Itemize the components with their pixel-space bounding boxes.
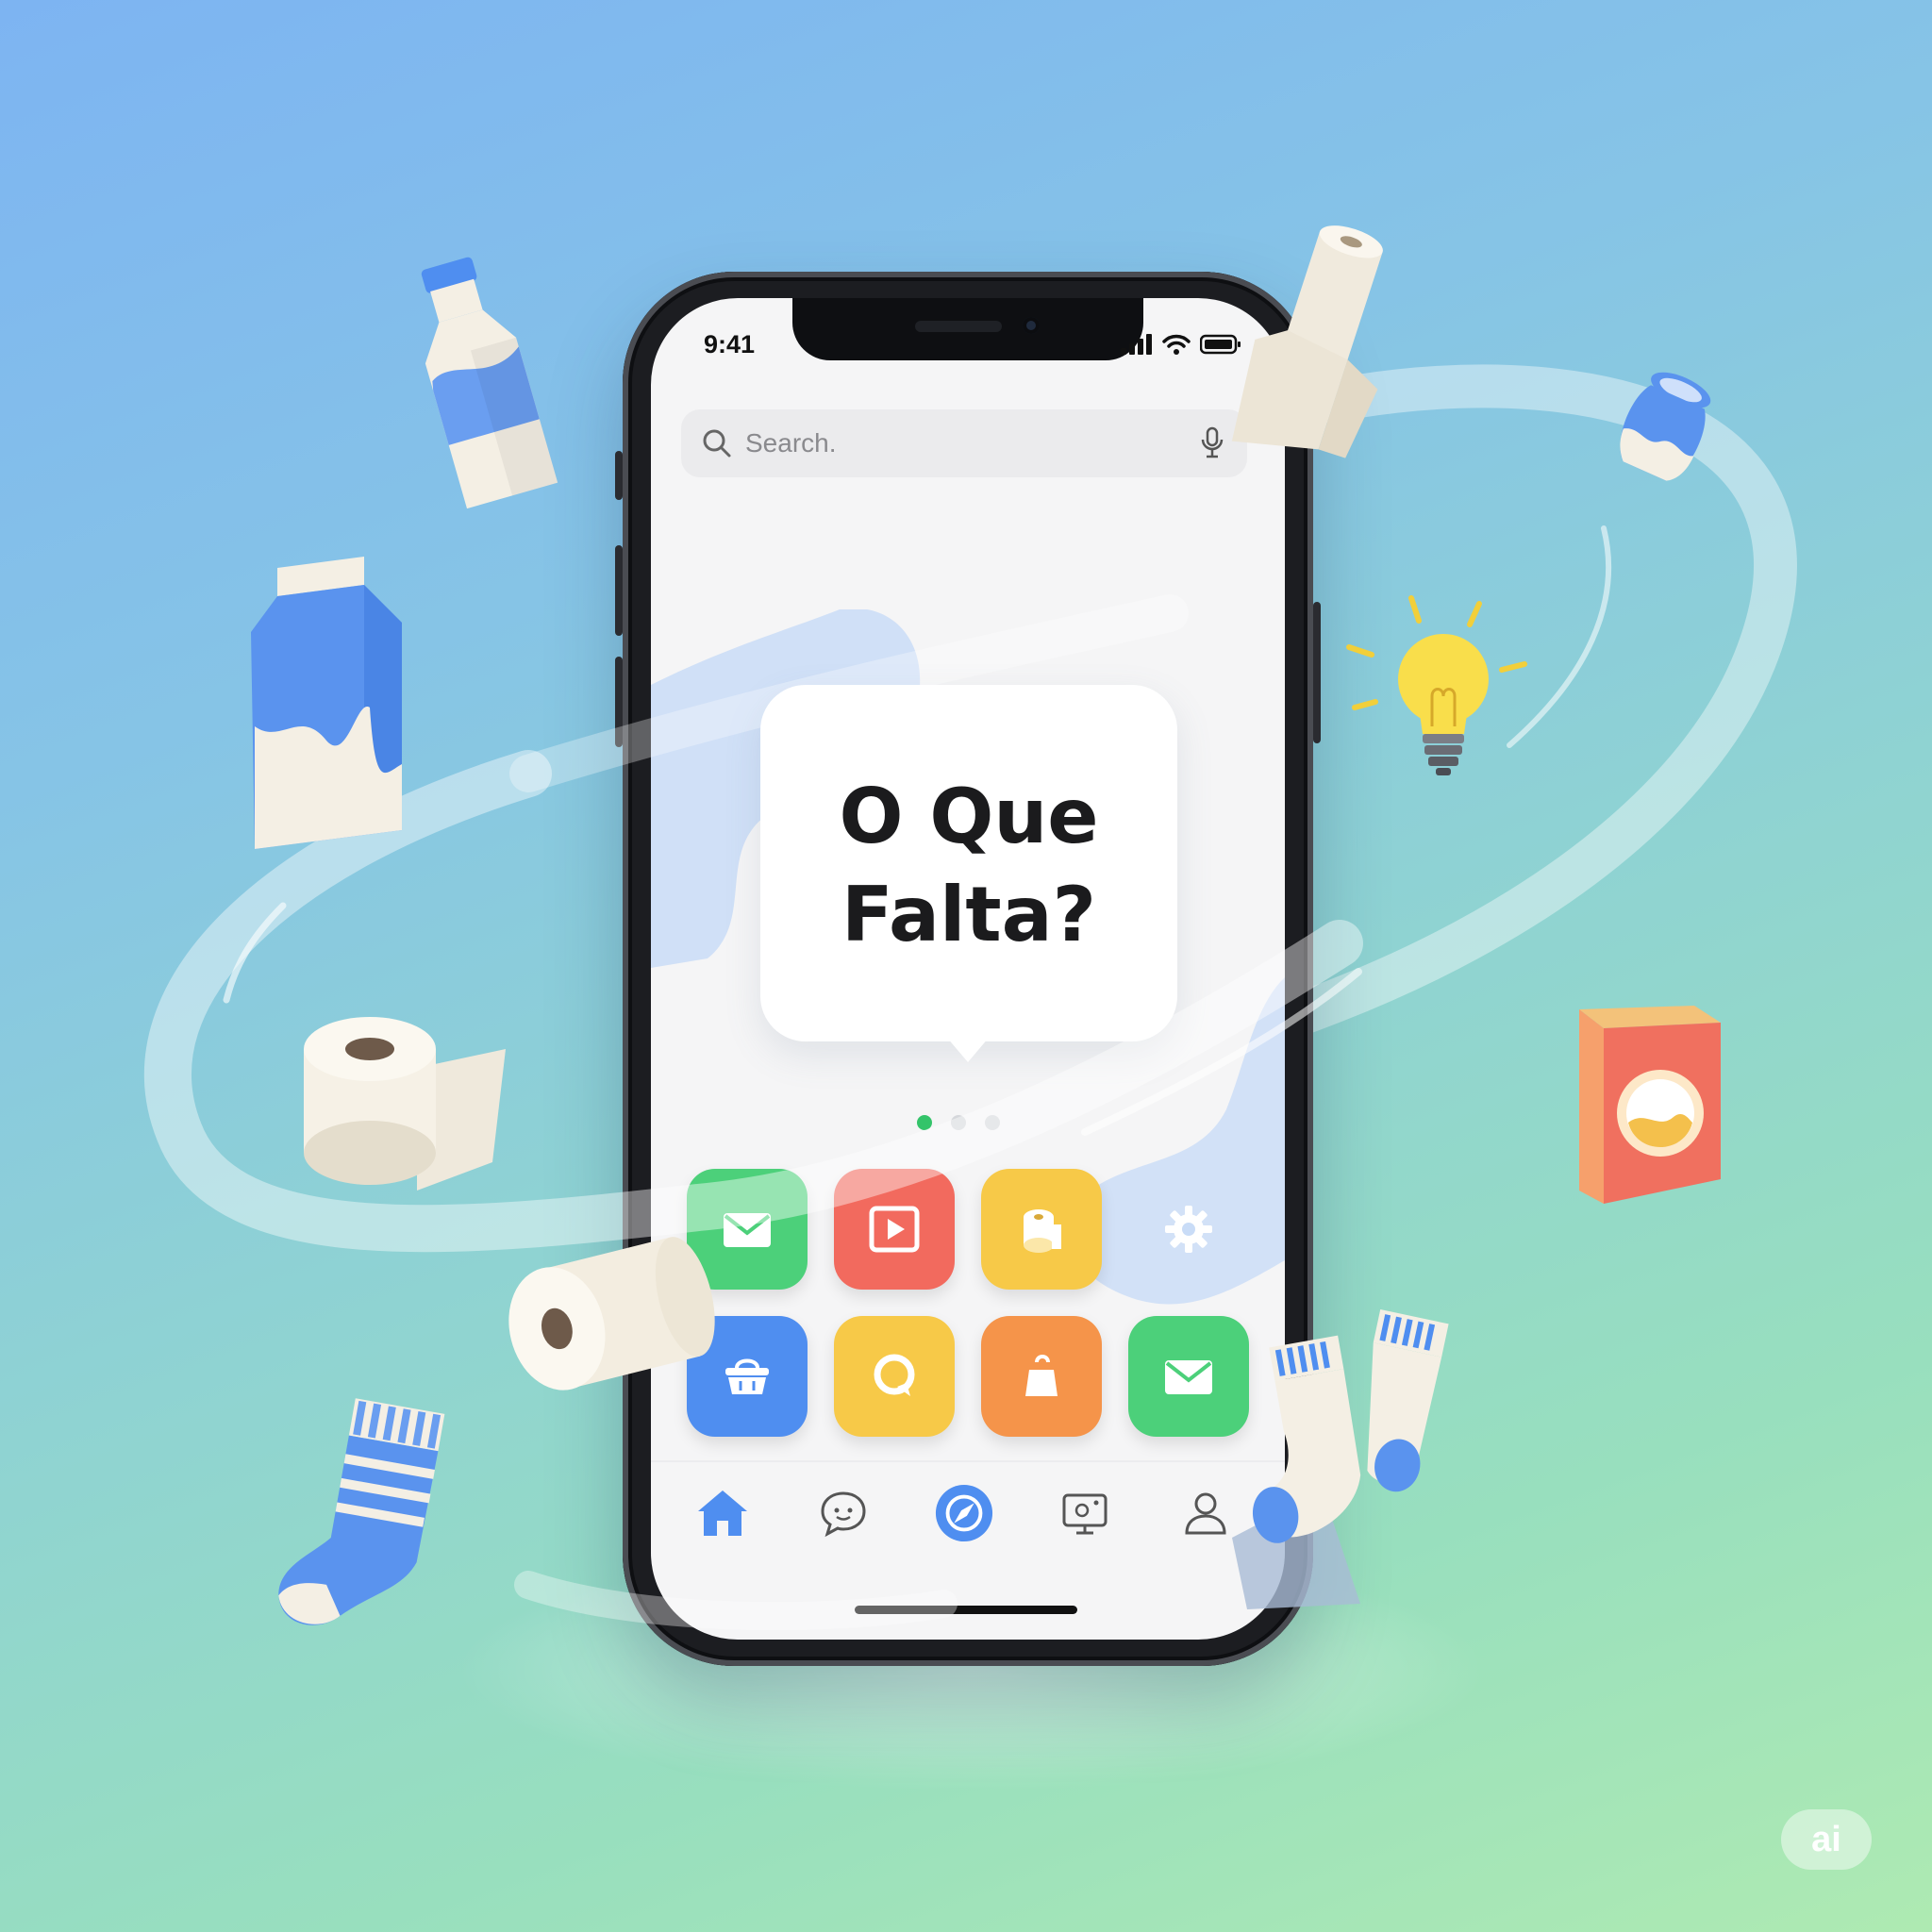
socks-icon	[1232, 1309, 1449, 1609]
milk-bottle-icon	[421, 257, 558, 509]
milk-carton-icon	[251, 557, 402, 849]
light-bulb-icon	[1346, 595, 1527, 775]
yogurt-jar-icon	[1620, 372, 1711, 481]
cereal-box-icon	[1579, 1006, 1721, 1204]
scene: 9:41 Search. O Que Falta? ai	[0, 0, 1932, 1932]
paper-towel-icon	[1231, 225, 1383, 458]
ai-badge: ai	[1781, 1809, 1872, 1870]
toilet-paper-roll-icon	[304, 1017, 506, 1191]
toilet-paper-roll-icon	[508, 1237, 715, 1391]
sock-icon	[278, 1398, 445, 1625]
